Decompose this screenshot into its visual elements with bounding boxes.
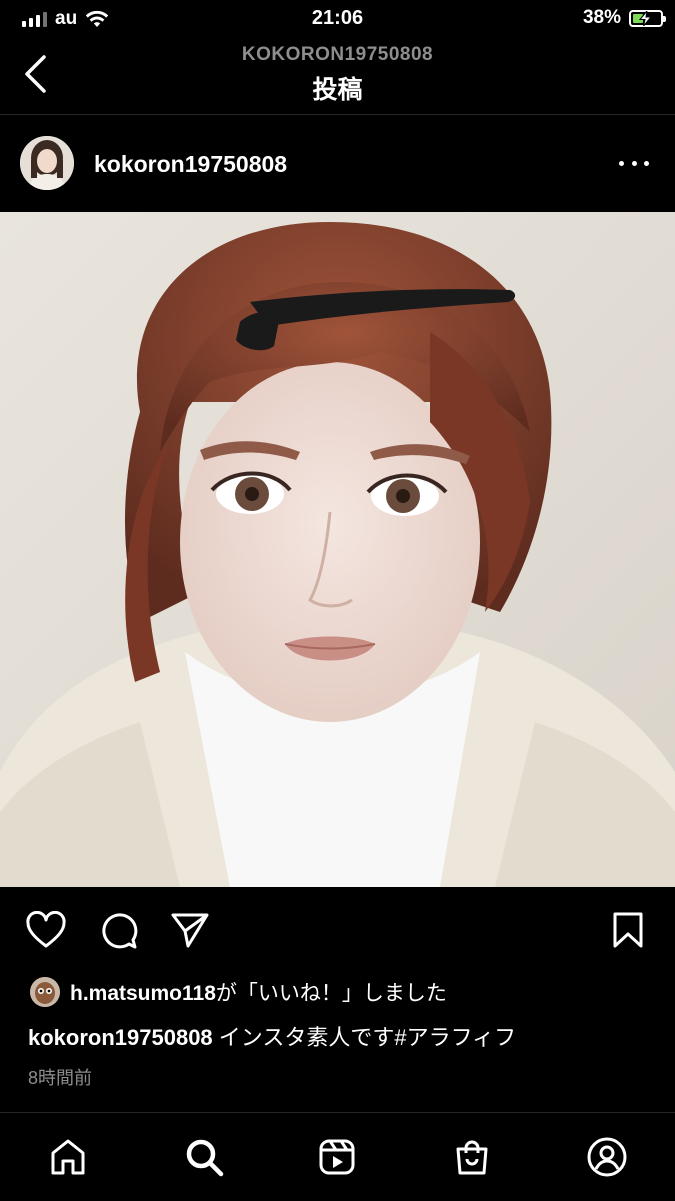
more-dot xyxy=(631,160,637,166)
liked-by-text: h.matsumo118が「いいね！」しました xyxy=(70,977,447,1007)
avatar[interactable] xyxy=(20,136,74,190)
more-options-button[interactable] xyxy=(619,151,649,175)
post-username[interactable]: kokoron19750808 xyxy=(94,151,287,178)
post-header: kokoron19750808 xyxy=(0,115,675,212)
nav-search[interactable] xyxy=(180,1133,228,1181)
battery-percent: 38% xyxy=(582,7,621,28)
nav-reels[interactable] xyxy=(313,1133,361,1181)
home-icon xyxy=(51,1139,85,1175)
battery-icon xyxy=(629,9,666,27)
nav-home[interactable] xyxy=(44,1133,92,1181)
heart-icon xyxy=(26,911,66,948)
nav-profile[interactable] xyxy=(583,1133,631,1181)
post-image[interactable] xyxy=(0,212,675,887)
more-dot xyxy=(644,160,649,166)
bottom-nav xyxy=(0,1112,675,1201)
caption-username[interactable]: kokoron19750808 xyxy=(28,1025,213,1050)
header-username: KOKORON19750808 xyxy=(241,44,434,65)
liked-by-avatar xyxy=(30,977,60,1007)
share-button[interactable] xyxy=(168,908,212,952)
page-header: KOKORON19750808 投稿 xyxy=(0,38,675,115)
page-title: 投稿 xyxy=(312,75,363,104)
profile-icon xyxy=(587,1137,627,1177)
liked-by-suffix: が「いいね！」しました xyxy=(215,982,447,1005)
comment-button[interactable] xyxy=(97,908,141,952)
status-bar: au 21:06 38% xyxy=(0,0,675,38)
bookmark-icon xyxy=(613,912,643,948)
post-timestamp: 8時間前 xyxy=(28,1068,93,1088)
avatar-image xyxy=(20,136,74,190)
caption-text: インスタ素人です#アラフィフ xyxy=(212,1025,517,1050)
post-caption: kokoron19750808 インスタ素人です#アラフィフ xyxy=(28,1020,516,1052)
shop-icon xyxy=(456,1140,488,1175)
post-actions xyxy=(0,900,675,962)
nav-shop[interactable] xyxy=(448,1133,496,1181)
charging-bolt-icon xyxy=(639,10,653,26)
liked-by-username[interactable]: h.matsumo118 xyxy=(70,982,216,1005)
liked-by-row[interactable]: h.matsumo118が「いいね！」しました xyxy=(30,976,447,1008)
like-button[interactable] xyxy=(24,908,68,952)
search-icon xyxy=(186,1139,224,1177)
save-button[interactable] xyxy=(606,908,650,952)
status-right: 38% xyxy=(582,7,666,29)
comment-icon xyxy=(102,913,138,949)
selfie-photo xyxy=(0,212,675,887)
more-dot xyxy=(619,160,624,166)
send-icon xyxy=(171,913,209,948)
clock: 21:06 xyxy=(311,7,364,29)
reels-icon xyxy=(319,1139,355,1175)
